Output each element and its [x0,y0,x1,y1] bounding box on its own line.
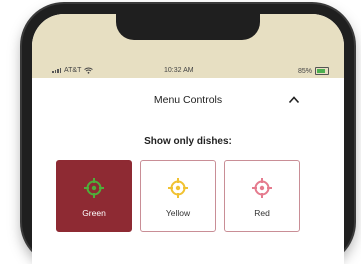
filter-green-button[interactable]: Green [56,160,132,232]
menu-controls-panel: Menu Controls Show only dishes: Green Ye… [32,78,344,264]
crosshair-icon [168,178,188,198]
crosshair-icon [84,178,104,198]
battery-icon [315,67,330,75]
dish-filter-group: Green Yellow Red [56,160,300,232]
status-battery: 85% [298,67,330,75]
phone-notch [116,14,260,40]
filter-red-button[interactable]: Red [224,160,300,232]
carrier-label: AT&T [64,67,82,74]
crosshair-icon [252,178,272,198]
filter-yellow-label: Yellow [165,208,191,218]
battery-percent: 85% [298,67,313,75]
wifi-icon [84,67,94,74]
chevron-up-icon[interactable] [288,94,300,106]
status-carrier: AT&T [52,67,94,74]
filter-subtitle: Show only dishes: [144,136,232,147]
filter-green-label: Green [82,208,106,218]
signal-icon [52,68,61,73]
filter-red-label: Red [254,208,270,218]
filter-yellow-button[interactable]: Yellow [140,160,216,232]
phone-screen: AT&T 10:32 AM 85% Menu Controls Show onl… [32,14,344,264]
phone-frame: AT&T 10:32 AM 85% Menu Controls Show onl… [22,4,354,264]
status-time: 10:32 AM [164,67,194,74]
